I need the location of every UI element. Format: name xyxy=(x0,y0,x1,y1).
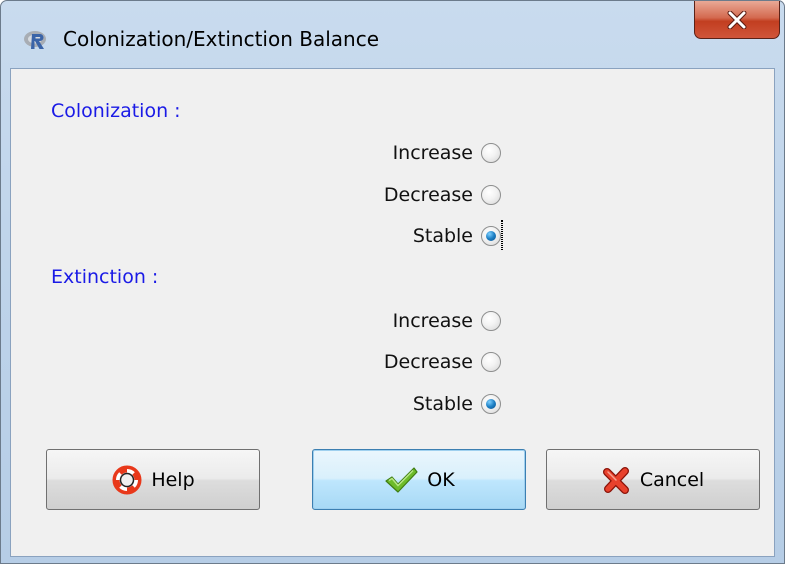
r-logo-icon xyxy=(24,31,46,49)
option-label: Stable xyxy=(412,225,473,247)
close-button[interactable] xyxy=(694,1,780,39)
ok-button[interactable]: OK xyxy=(312,449,526,510)
help-button-label: Help xyxy=(151,468,195,491)
dialog-window: Colonization/Extinction Balance Coloniza… xyxy=(0,0,785,564)
colonization-stable-radio[interactable] xyxy=(481,226,501,246)
colonization-option-decrease[interactable]: Decrease xyxy=(384,181,501,209)
extinction-stable-radio[interactable] xyxy=(481,394,501,414)
close-icon xyxy=(727,10,747,29)
extinction-option-increase[interactable]: Increase xyxy=(393,307,501,335)
option-label: Stable xyxy=(412,393,473,415)
extinction-decrease-radio[interactable] xyxy=(481,352,501,372)
help-button[interactable]: Help xyxy=(46,449,260,510)
checkmark-icon xyxy=(385,466,418,493)
extinction-option-stable[interactable]: Stable xyxy=(413,390,501,418)
colonization-decrease-radio[interactable] xyxy=(481,185,501,205)
red-x-icon xyxy=(602,466,629,494)
colonization-option-increase[interactable]: Increase xyxy=(393,139,501,167)
extinction-increase-radio[interactable] xyxy=(481,311,501,331)
colonization-increase-radio[interactable] xyxy=(481,143,501,163)
option-label: Decrease xyxy=(383,351,473,373)
extinction-heading: Extinction : xyxy=(51,266,159,288)
colonization-option-stable[interactable]: Stable xyxy=(413,222,501,250)
lifebuoy-icon xyxy=(112,465,142,494)
cancel-button[interactable]: Cancel xyxy=(546,449,760,510)
extinction-option-decrease[interactable]: Decrease xyxy=(384,348,501,376)
cancel-button-label: Cancel xyxy=(639,468,705,491)
title-bar[interactable]: Colonization/Extinction Balance xyxy=(1,1,784,67)
window-title: Colonization/Extinction Balance xyxy=(63,27,380,51)
option-label: Decrease xyxy=(383,184,473,206)
ok-button-label: OK xyxy=(427,468,455,491)
colonization-heading: Colonization : xyxy=(51,100,181,122)
option-label: Increase xyxy=(392,142,473,164)
option-label: Increase xyxy=(392,310,473,332)
dialog-body: Colonization : Increase Decrease Stable … xyxy=(10,68,775,557)
focus-indicator xyxy=(501,220,503,250)
